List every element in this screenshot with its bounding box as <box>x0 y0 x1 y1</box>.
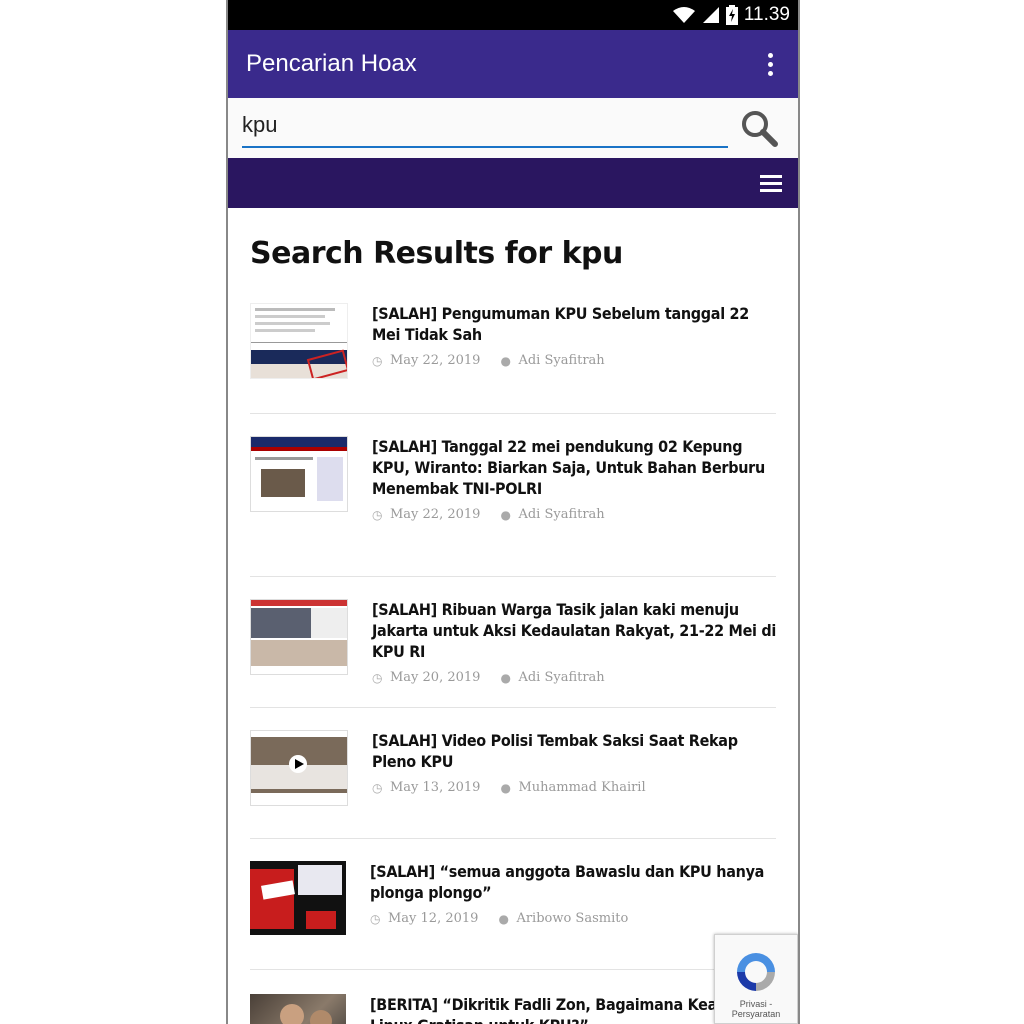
article-meta: ◷ May 22, 2019 ● Adi Syafitrah <box>372 507 776 522</box>
recaptcha-label[interactable]: Privasi - Persyaratan <box>715 999 797 1023</box>
main-content: Search Results for kpu [SALAH] Pengumuma… <box>228 236 798 1024</box>
article-thumbnail[interactable] <box>250 436 348 512</box>
article-meta: ◷ May 20, 2019 ● Adi Syafitrah <box>372 670 776 685</box>
article-item: [SALAH] Video Polisi Tembak Saksi Saat R… <box>250 708 776 839</box>
recaptcha-badge[interactable]: Privasi - Persyaratan <box>714 934 798 1024</box>
user-icon: ● <box>500 507 511 522</box>
article-date: May 20, 2019 <box>390 670 481 685</box>
status-bar: 11.39 <box>228 0 798 30</box>
app-bar: Pencarian Hoax <box>228 30 798 98</box>
article-thumbnail[interactable] <box>250 599 348 675</box>
search-button[interactable] <box>734 103 784 153</box>
clock-icon: ◷ <box>372 353 383 368</box>
more-vert-icon[interactable] <box>760 52 780 76</box>
clock-icon: ◷ <box>372 780 383 795</box>
article-author[interactable]: Adi Syafitrah <box>518 353 604 368</box>
clock-icon: ◷ <box>370 911 381 926</box>
user-icon: ● <box>498 911 509 926</box>
clock-icon: ◷ <box>372 670 383 685</box>
article-date: May 22, 2019 <box>390 353 481 368</box>
user-icon: ● <box>500 780 511 795</box>
article-title[interactable]: [SALAH] Tanggal 22 mei pendukung 02 Kepu… <box>372 436 776 499</box>
search-bar <box>228 98 798 158</box>
article-item: [SALAH] Ribuan Warga Tasik jalan kaki me… <box>250 577 776 708</box>
article-title[interactable]: [SALAH] Pengumuman KPU Sebelum tanggal 2… <box>372 303 776 345</box>
article-item: [SALAH] Tanggal 22 mei pendukung 02 Kepu… <box>250 414 776 577</box>
article-thumbnail[interactable] <box>250 303 348 379</box>
article-meta: ◷ May 12, 2019 ● Aribowo Sasmito <box>370 911 776 926</box>
article-thumbnail[interactable] <box>250 861 346 935</box>
article-title[interactable]: [SALAH] Ribuan Warga Tasik jalan kaki me… <box>372 599 776 662</box>
app-title: Pencarian Hoax <box>246 50 417 77</box>
page-title: Search Results for kpu <box>250 236 623 271</box>
article-item: [SALAH] “semua anggota Bawaslu dan KPU h… <box>250 839 776 970</box>
article-author[interactable]: Adi Syafitrah <box>518 507 604 522</box>
battery-icon <box>725 5 738 25</box>
signal-icon <box>702 6 720 24</box>
search-input[interactable] <box>242 108 728 148</box>
clock-icon: ◷ <box>372 507 383 522</box>
user-icon: ● <box>500 670 511 685</box>
article-author[interactable]: Adi Syafitrah <box>518 670 604 685</box>
article-author[interactable]: Muhammad Khairil <box>518 780 645 795</box>
article-item: [SALAH] Pengumuman KPU Sebelum tanggal 2… <box>250 293 776 414</box>
recaptcha-icon <box>737 953 775 991</box>
nav-bar <box>228 158 798 208</box>
status-time: 11.39 <box>743 4 790 25</box>
article-date: May 22, 2019 <box>390 507 481 522</box>
wifi-icon <box>672 6 696 24</box>
search-icon <box>742 111 778 147</box>
phone-screen: 11.39 Pencarian Hoax Search Results for … <box>226 0 800 1024</box>
article-date: May 12, 2019 <box>388 911 479 926</box>
article-title[interactable]: [SALAH] “semua anggota Bawaslu dan KPU h… <box>370 861 776 903</box>
article-author[interactable]: Aribowo Sasmito <box>516 911 628 926</box>
article-date: May 13, 2019 <box>390 780 481 795</box>
article-title[interactable]: [SALAH] Video Polisi Tembak Saksi Saat R… <box>372 730 776 772</box>
article-item: [BERITA] “Dikritik Fadli Zon, Bagaimana … <box>250 970 776 1024</box>
hamburger-menu-icon[interactable] <box>760 174 782 192</box>
article-thumbnail[interactable] <box>250 994 346 1024</box>
article-meta: ◷ May 13, 2019 ● Muhammad Khairil <box>372 780 776 795</box>
article-thumbnail[interactable] <box>250 730 348 806</box>
user-icon: ● <box>500 353 511 368</box>
article-meta: ◷ May 22, 2019 ● Adi Syafitrah <box>372 353 776 368</box>
